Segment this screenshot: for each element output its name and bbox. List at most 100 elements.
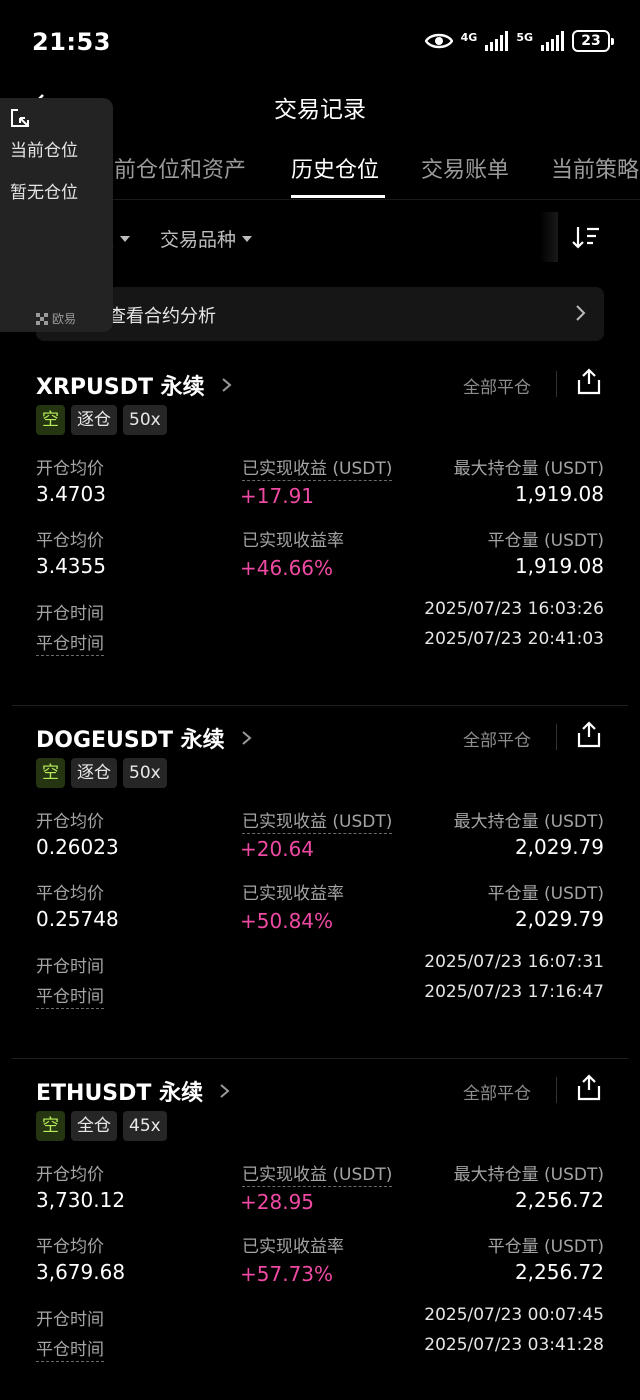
- tab-current-strategies[interactable]: 当前策略: [551, 152, 639, 184]
- tab-current-positions[interactable]: 当前仓位和资产: [92, 152, 246, 184]
- caret-down-icon: [242, 235, 253, 242]
- close-avg-value: 0.25748: [36, 907, 119, 931]
- instrument-filter[interactable]: 交易品种: [160, 225, 253, 252]
- position-symbol: ETHUSDT 永续: [36, 1081, 204, 1106]
- max-position-value: 2,256.72: [514, 1188, 604, 1212]
- tab-history-positions[interactable]: 历史仓位: [291, 152, 379, 184]
- realized-pnl-value: +20.64: [240, 837, 315, 861]
- realized-pnl-value: +28.95: [240, 1190, 315, 1214]
- realized-pnl-rate-label: 已实现收益率: [242, 884, 344, 904]
- realized-pnl-label[interactable]: 已实现收益 (USDT): [242, 1160, 393, 1187]
- overlay-current-position-label: 当前仓位: [10, 141, 78, 161]
- share-icon[interactable]: [576, 367, 602, 395]
- side-badge: 空: [36, 758, 65, 788]
- realized-pnl-label[interactable]: 已实现收益 (USDT): [242, 454, 393, 481]
- signal-icon: [541, 31, 564, 51]
- open-time-label: 开仓时间: [36, 957, 104, 977]
- position-card: XRPUSDT 永续 全部平仓 空 逐仓 50x 开仓均价 3.4703 平仓均…: [0, 353, 640, 706]
- max-position-label: 最大持仓量 (USDT): [453, 459, 604, 479]
- open-time-value: 2025/07/23 16:03:26: [424, 599, 604, 619]
- banner-text: 查看合约分析: [108, 306, 216, 327]
- floating-position-widget[interactable]: 当前仓位 暂无仓位 欧易: [0, 98, 113, 332]
- close-avg-value: 3,679.68: [36, 1260, 126, 1284]
- realized-pnl-label[interactable]: 已实现收益 (USDT): [242, 807, 393, 834]
- divider: [556, 371, 557, 397]
- share-icon[interactable]: [576, 720, 602, 748]
- filter-fade: [540, 212, 558, 262]
- position-symbol-link[interactable]: ETHUSDT 永续: [36, 1075, 231, 1107]
- max-position-value: 2,029.79: [514, 835, 604, 859]
- closed-position-value: 1,919.08: [514, 554, 604, 578]
- sort-icon[interactable]: [572, 224, 600, 250]
- position-tags: 空 逐仓 50x: [36, 758, 167, 788]
- status-time: 21:53: [32, 28, 111, 56]
- closed-position-label: 平仓量 (USDT): [487, 1237, 604, 1257]
- closed-position-label: 平仓量 (USDT): [487, 884, 604, 904]
- network-type-2: 5G: [516, 31, 533, 44]
- eye-icon: [424, 33, 453, 49]
- position-symbol-link[interactable]: XRPUSDT 永续: [36, 369, 233, 401]
- open-time-label: 开仓时间: [36, 1310, 104, 1330]
- margin-mode-badge: 逐仓: [71, 405, 117, 435]
- close-time-label[interactable]: 平仓时间: [36, 1335, 104, 1362]
- leverage-badge: 50x: [123, 758, 167, 788]
- realized-pnl-rate-value: +57.73%: [240, 1262, 334, 1286]
- close-all-button[interactable]: 全部平仓: [463, 1079, 531, 1104]
- share-icon[interactable]: [576, 1073, 602, 1101]
- close-all-button[interactable]: 全部平仓: [463, 373, 531, 398]
- chevron-right-icon: [576, 305, 586, 321]
- leverage-badge: 45x: [123, 1111, 167, 1141]
- position-card: DOGEUSDT 永续 全部平仓 空 逐仓 50x 开仓均价 0.26023 平…: [0, 706, 640, 1059]
- open-time-label: 开仓时间: [36, 604, 104, 624]
- close-time-label[interactable]: 平仓时间: [36, 982, 104, 1009]
- open-time-value: 2025/07/23 00:07:45: [424, 1305, 604, 1325]
- position-symbol-link[interactable]: DOGEUSDT 永续: [36, 722, 253, 754]
- divider: [556, 724, 557, 750]
- overlay-brand-name: 欧易: [52, 312, 77, 326]
- close-time-value: 2025/07/23 17:16:47: [424, 982, 604, 1002]
- open-avg-value: 0.26023: [36, 835, 119, 859]
- close-avg-label: 平仓均价: [36, 1237, 104, 1257]
- position-card: ETHUSDT 永续 全部平仓 空 全仓 45x 开仓均价 3,730.12 平…: [0, 1059, 640, 1400]
- max-position-label: 最大持仓量 (USDT): [453, 1165, 604, 1185]
- position-symbol: XRPUSDT 永续: [36, 375, 205, 400]
- position-tags: 空 逐仓 50x: [36, 405, 167, 435]
- realized-pnl-rate-value: +46.66%: [240, 556, 334, 580]
- okx-logo-icon: [36, 312, 48, 325]
- closed-position-label: 平仓量 (USDT): [487, 531, 604, 551]
- max-position-label: 最大持仓量 (USDT): [453, 812, 604, 832]
- close-avg-label: 平仓均价: [36, 531, 104, 551]
- closed-position-value: 2,256.72: [514, 1260, 604, 1284]
- instrument-filter-label: 交易品种: [160, 229, 237, 251]
- margin-mode-badge: 逐仓: [71, 758, 117, 788]
- contract-analysis-banner[interactable]: 查看合约分析: [36, 287, 604, 341]
- leverage-badge: 50x: [123, 405, 167, 435]
- picture-in-picture-icon[interactable]: [10, 108, 30, 128]
- realized-pnl-rate-label: 已实现收益率: [242, 1237, 344, 1257]
- side-badge: 空: [36, 1111, 65, 1141]
- position-symbol: DOGEUSDT 永续: [36, 728, 225, 753]
- caret-down-icon: [120, 235, 131, 242]
- open-avg-label: 开仓均价: [36, 812, 104, 832]
- realized-pnl-rate-value: +50.84%: [240, 909, 334, 933]
- divider: [556, 1077, 557, 1103]
- close-time-label[interactable]: 平仓时间: [36, 629, 104, 656]
- open-avg-value: 3.4703: [36, 482, 106, 506]
- signal-icon: [485, 31, 509, 51]
- tab-trade-bills[interactable]: 交易账单: [421, 152, 509, 184]
- position-tags: 空 全仓 45x: [36, 1111, 167, 1141]
- open-avg-value: 3,730.12: [36, 1188, 126, 1212]
- closed-position-value: 2,029.79: [514, 907, 604, 931]
- close-all-button[interactable]: 全部平仓: [463, 726, 531, 751]
- close-time-value: 2025/07/23 03:41:28: [424, 1335, 604, 1355]
- realized-pnl-rate-label: 已实现收益率: [242, 531, 344, 551]
- battery-icon: 23: [572, 30, 614, 52]
- open-avg-label: 开仓均价: [36, 459, 104, 479]
- status-bar: 21:53 4G 5G 23: [0, 0, 640, 84]
- close-avg-label: 平仓均价: [36, 884, 104, 904]
- side-badge: 空: [36, 405, 65, 435]
- realized-pnl-value: +17.91: [240, 484, 315, 508]
- chevron-right-icon: [220, 1084, 230, 1098]
- overlay-brand: 欧易: [36, 310, 76, 327]
- max-position-value: 1,919.08: [514, 482, 604, 506]
